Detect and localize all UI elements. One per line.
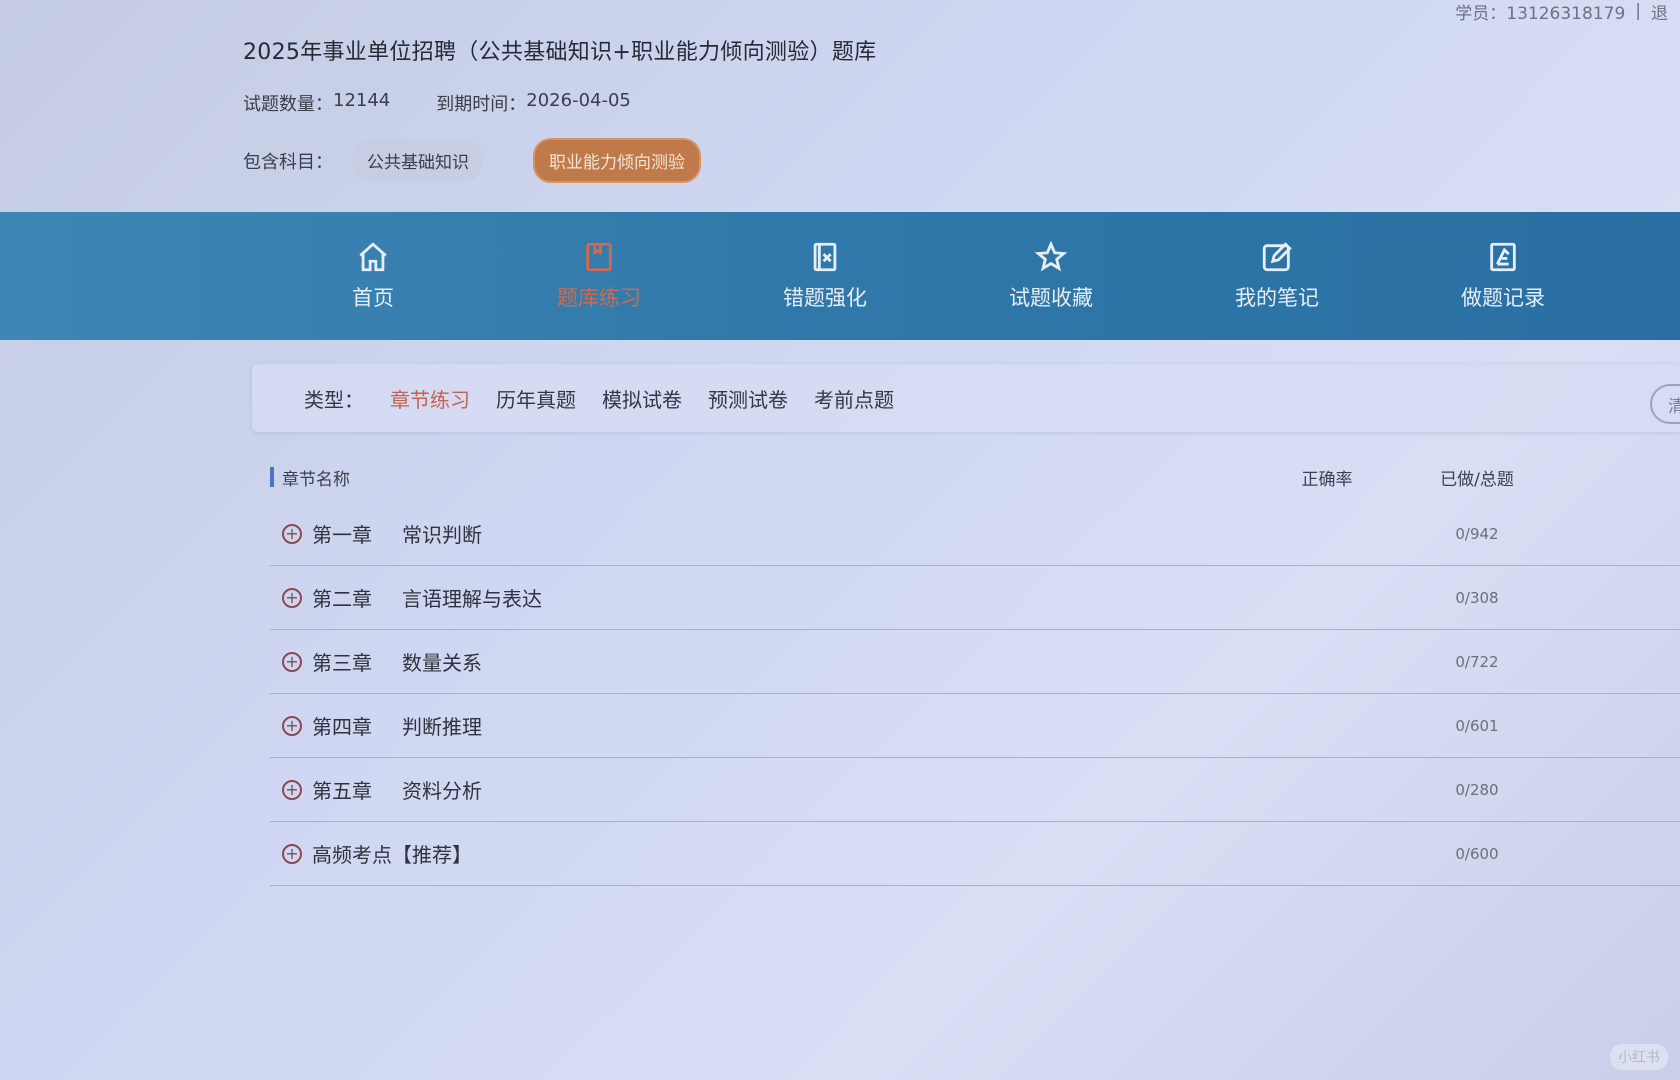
header-accuracy: 正确率: [1301, 469, 1353, 490]
row-chapter: 第一章: [312, 523, 372, 547]
header-accent-bar: [270, 467, 274, 487]
tab-predict-papers[interactable]: 预测试卷: [708, 384, 788, 413]
table-header: 章节名称 正确率 已做/总题: [270, 452, 1680, 502]
row-name-cell: + 第二章 言语理解与表达: [270, 583, 1402, 612]
subjects-label: 包含科目：: [243, 151, 333, 173]
table-row[interactable]: + 高频考点【推荐】 0/600: [270, 822, 1680, 886]
book-icon: [586, 242, 612, 272]
header-name-cell: 章节名称: [270, 465, 1252, 490]
watermark: 小红书: [1610, 1044, 1668, 1070]
nav-practice-label: 题库练习: [557, 286, 641, 310]
question-count: 试题数量： 12144: [243, 90, 390, 116]
row-name-cell: + 第四章 判断推理: [270, 711, 1402, 740]
nav-wrong[interactable]: 错题强化: [712, 212, 938, 340]
bank-header: 2025年事业单位招聘（公共基础知识+职业能力倾向测验）题库 试题数量： 121…: [243, 34, 1443, 183]
row-done-total: 0/308: [1455, 588, 1499, 607]
tab-pre-exam-tips[interactable]: 考前点题: [814, 384, 894, 413]
question-count-value: 12144: [333, 90, 391, 111]
star-icon: [1034, 240, 1068, 272]
nav-home[interactable]: 首页: [260, 212, 486, 340]
type-filter-bar: 类型： 章节练习 历年真题 模拟试卷 预测试卷 考前点题 清: [252, 364, 1680, 432]
main-nav: 首页 题库练习 错题强化 试题收藏 我的笔记 做题记录: [0, 212, 1680, 340]
row-chapter: 第二章: [312, 587, 372, 611]
row-chapter: 第五章: [312, 779, 372, 803]
row-title: 常识判断: [402, 523, 482, 547]
row-title: 高频考点【推荐】: [312, 843, 472, 867]
expand-plus-icon[interactable]: +: [282, 587, 302, 608]
expand-plus-icon[interactable]: +: [282, 779, 302, 800]
record-icon: [1490, 242, 1516, 272]
nav-practice[interactable]: 题库练习: [486, 212, 712, 340]
expire-value: 2026-04-05: [526, 90, 631, 111]
chapter-table: 章节名称 正确率 已做/总题 + 第一章 常识判断 0/942 + 第二章 言语…: [270, 452, 1680, 886]
row-name-cell: + 第五章 资料分析: [270, 775, 1402, 804]
expire-date: 到期时间： 2026-04-05: [436, 90, 631, 116]
row-chapter: 第三章: [312, 651, 372, 675]
page-title: 2025年事业单位招聘（公共基础知识+职业能力倾向测验）题库: [243, 40, 877, 65]
separator: |: [1635, 1, 1641, 21]
account-bar: 学员：13126318179 | 退: [1455, 0, 1680, 24]
row-done-total: 0/722: [1455, 652, 1499, 671]
row-title: 数量关系: [402, 651, 482, 675]
header-chapter-name: 章节名称: [282, 469, 350, 490]
row-name-cell: + 第一章 常识判断: [270, 519, 1402, 548]
expand-plus-icon[interactable]: +: [282, 715, 302, 736]
row-name-cell: + 高频考点【推荐】: [270, 839, 1402, 868]
row-done-total: 0/601: [1455, 716, 1499, 735]
header-done-total: 已做/总题: [1440, 469, 1514, 490]
wrong-question-icon: [813, 242, 837, 272]
nav-favorites-label: 试题收藏: [1009, 286, 1093, 310]
table-row[interactable]: + 第二章 言语理解与表达 0/308: [270, 566, 1680, 630]
row-done-total: 0/600: [1455, 844, 1499, 863]
row-done-total: 0/942: [1455, 524, 1499, 543]
tab-mock-papers[interactable]: 模拟试卷: [602, 384, 682, 413]
row-done-total: 0/280: [1455, 780, 1499, 799]
subject-chip-public[interactable]: 公共基础知识: [353, 140, 483, 181]
nav-notes-label: 我的笔记: [1235, 286, 1319, 310]
tab-chapter-practice[interactable]: 章节练习: [390, 384, 470, 413]
table-row[interactable]: + 第四章 判断推理 0/601: [270, 694, 1680, 758]
home-icon: [359, 242, 387, 272]
clear-button[interactable]: 清: [1650, 384, 1680, 424]
table-row[interactable]: + 第三章 数量关系 0/722: [270, 630, 1680, 694]
expand-plus-icon[interactable]: +: [282, 843, 302, 864]
expand-plus-icon[interactable]: +: [282, 651, 302, 672]
nav-wrong-label: 错题强化: [783, 286, 867, 310]
nav-favorites[interactable]: 试题收藏: [938, 212, 1164, 340]
nav-home-label: 首页: [352, 286, 394, 310]
table-row[interactable]: + 第一章 常识判断 0/942: [270, 502, 1680, 566]
subject-chip-aptitude[interactable]: 职业能力倾向测验: [533, 138, 701, 183]
subjects-row: 包含科目： 公共基础知识 职业能力倾向测验: [243, 138, 1443, 183]
account-text: 学员：13126318179: [1455, 3, 1626, 24]
question-count-label: 试题数量：: [243, 94, 333, 115]
nav-records-label: 做题记录: [1461, 286, 1545, 310]
nav-notes[interactable]: 我的笔记: [1164, 212, 1390, 340]
row-chapter: 第四章: [312, 715, 372, 739]
logout-link[interactable]: 退: [1651, 0, 1668, 24]
tab-past-papers[interactable]: 历年真题: [496, 384, 576, 413]
row-title: 资料分析: [402, 779, 482, 803]
type-label: 类型：: [304, 387, 364, 412]
table-row[interactable]: + 第五章 资料分析 0/280: [270, 758, 1680, 822]
edit-note-icon: [1262, 242, 1292, 272]
row-title: 判断推理: [402, 715, 482, 739]
row-title: 言语理解与表达: [402, 587, 542, 611]
expand-plus-icon[interactable]: +: [282, 523, 302, 544]
expire-label: 到期时间：: [436, 94, 527, 115]
bank-meta: 试题数量： 12144 到期时间： 2026-04-05: [243, 90, 1443, 116]
nav-records[interactable]: 做题记录: [1390, 212, 1616, 340]
row-name-cell: + 第三章 数量关系: [270, 647, 1402, 676]
